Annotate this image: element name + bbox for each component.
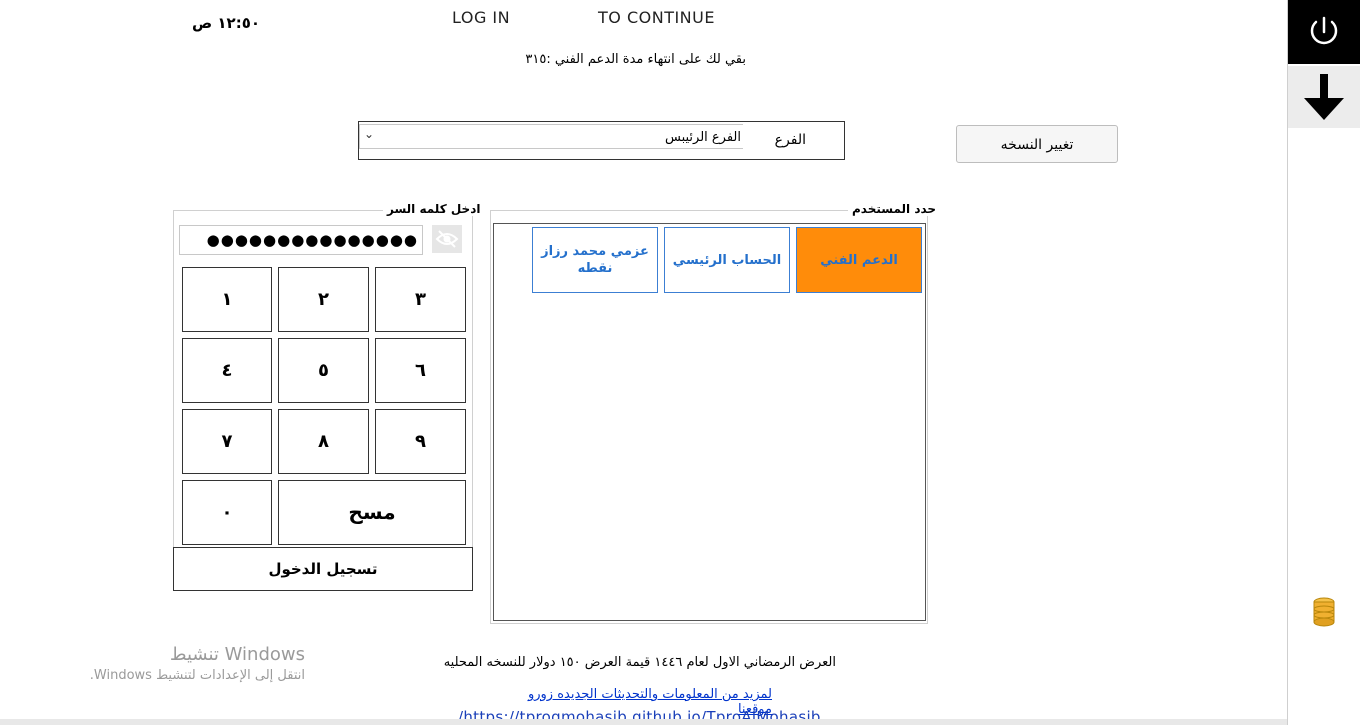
- keypad-1[interactable]: ١: [182, 267, 272, 332]
- login-button[interactable]: تسجيل الدخول: [173, 547, 473, 591]
- branch-selected-value: الفرع الرئيبس: [665, 130, 741, 145]
- keypad-2[interactable]: ٢: [278, 267, 369, 332]
- ramadan-offer-text: العرض الرمضاني الاول لعام ١٤٤٦ قيمة العر…: [443, 655, 836, 670]
- power-button[interactable]: [1288, 0, 1360, 64]
- windows-activation-subtitle: انتقل إلى الإعدادات لتنشيط Windows.: [89, 668, 305, 683]
- eye-slash-icon: [435, 230, 459, 248]
- power-icon: [1310, 16, 1338, 45]
- branch-label: الفرع: [774, 132, 806, 148]
- keypad-3[interactable]: ٣: [375, 267, 466, 332]
- chevron-down-icon: ⌄: [364, 127, 375, 141]
- keypad-8[interactable]: ٨: [278, 409, 369, 474]
- keypad-5[interactable]: ٥: [278, 338, 369, 403]
- password-legend: ادخل كلمه السر: [383, 202, 485, 216]
- keypad-4[interactable]: ٤: [182, 338, 272, 403]
- user-button-technical-support[interactable]: الدعم الفني: [796, 227, 922, 293]
- support-remaining-text: بقي لك على انتهاء مدة الدعم الفني :٣١٥: [525, 52, 746, 67]
- keypad-0[interactable]: ٠: [182, 480, 272, 545]
- change-version-button[interactable]: تغيير النسخه: [956, 125, 1118, 163]
- branch-container: ⌄ الفرع الرئيبس الفرع: [358, 121, 845, 160]
- arrow-down-icon: [1304, 74, 1344, 120]
- branch-select[interactable]: ⌄ الفرع الرئيبس: [359, 124, 743, 149]
- keypad-clear-button[interactable]: مسح: [278, 480, 466, 545]
- user-button-azmi[interactable]: عزمي محمد رزاز نقطه: [532, 227, 658, 293]
- database-icon: [1313, 597, 1335, 627]
- bottom-scrollbar[interactable]: [0, 719, 1287, 725]
- to-continue-title: TO CONTINUE: [598, 8, 715, 27]
- password-input[interactable]: ●●●●●●●●●●●●●●●: [179, 225, 423, 255]
- keypad-6[interactable]: ٦: [375, 338, 466, 403]
- keypad-7[interactable]: ٧: [182, 409, 272, 474]
- user-button-main-account[interactable]: الحساب الرئيسي: [664, 227, 790, 293]
- user-legend: حدد المستخدم: [848, 202, 941, 216]
- keypad-9[interactable]: ٩: [375, 409, 466, 474]
- download-button[interactable]: [1288, 66, 1360, 128]
- database-button[interactable]: [1311, 597, 1337, 627]
- windows-activation-title: تنشيط Windows: [169, 644, 305, 665]
- clock-time: ١٢:٥٠ ص: [192, 14, 261, 32]
- login-title: LOG IN: [452, 8, 511, 27]
- show-password-button[interactable]: [432, 225, 462, 253]
